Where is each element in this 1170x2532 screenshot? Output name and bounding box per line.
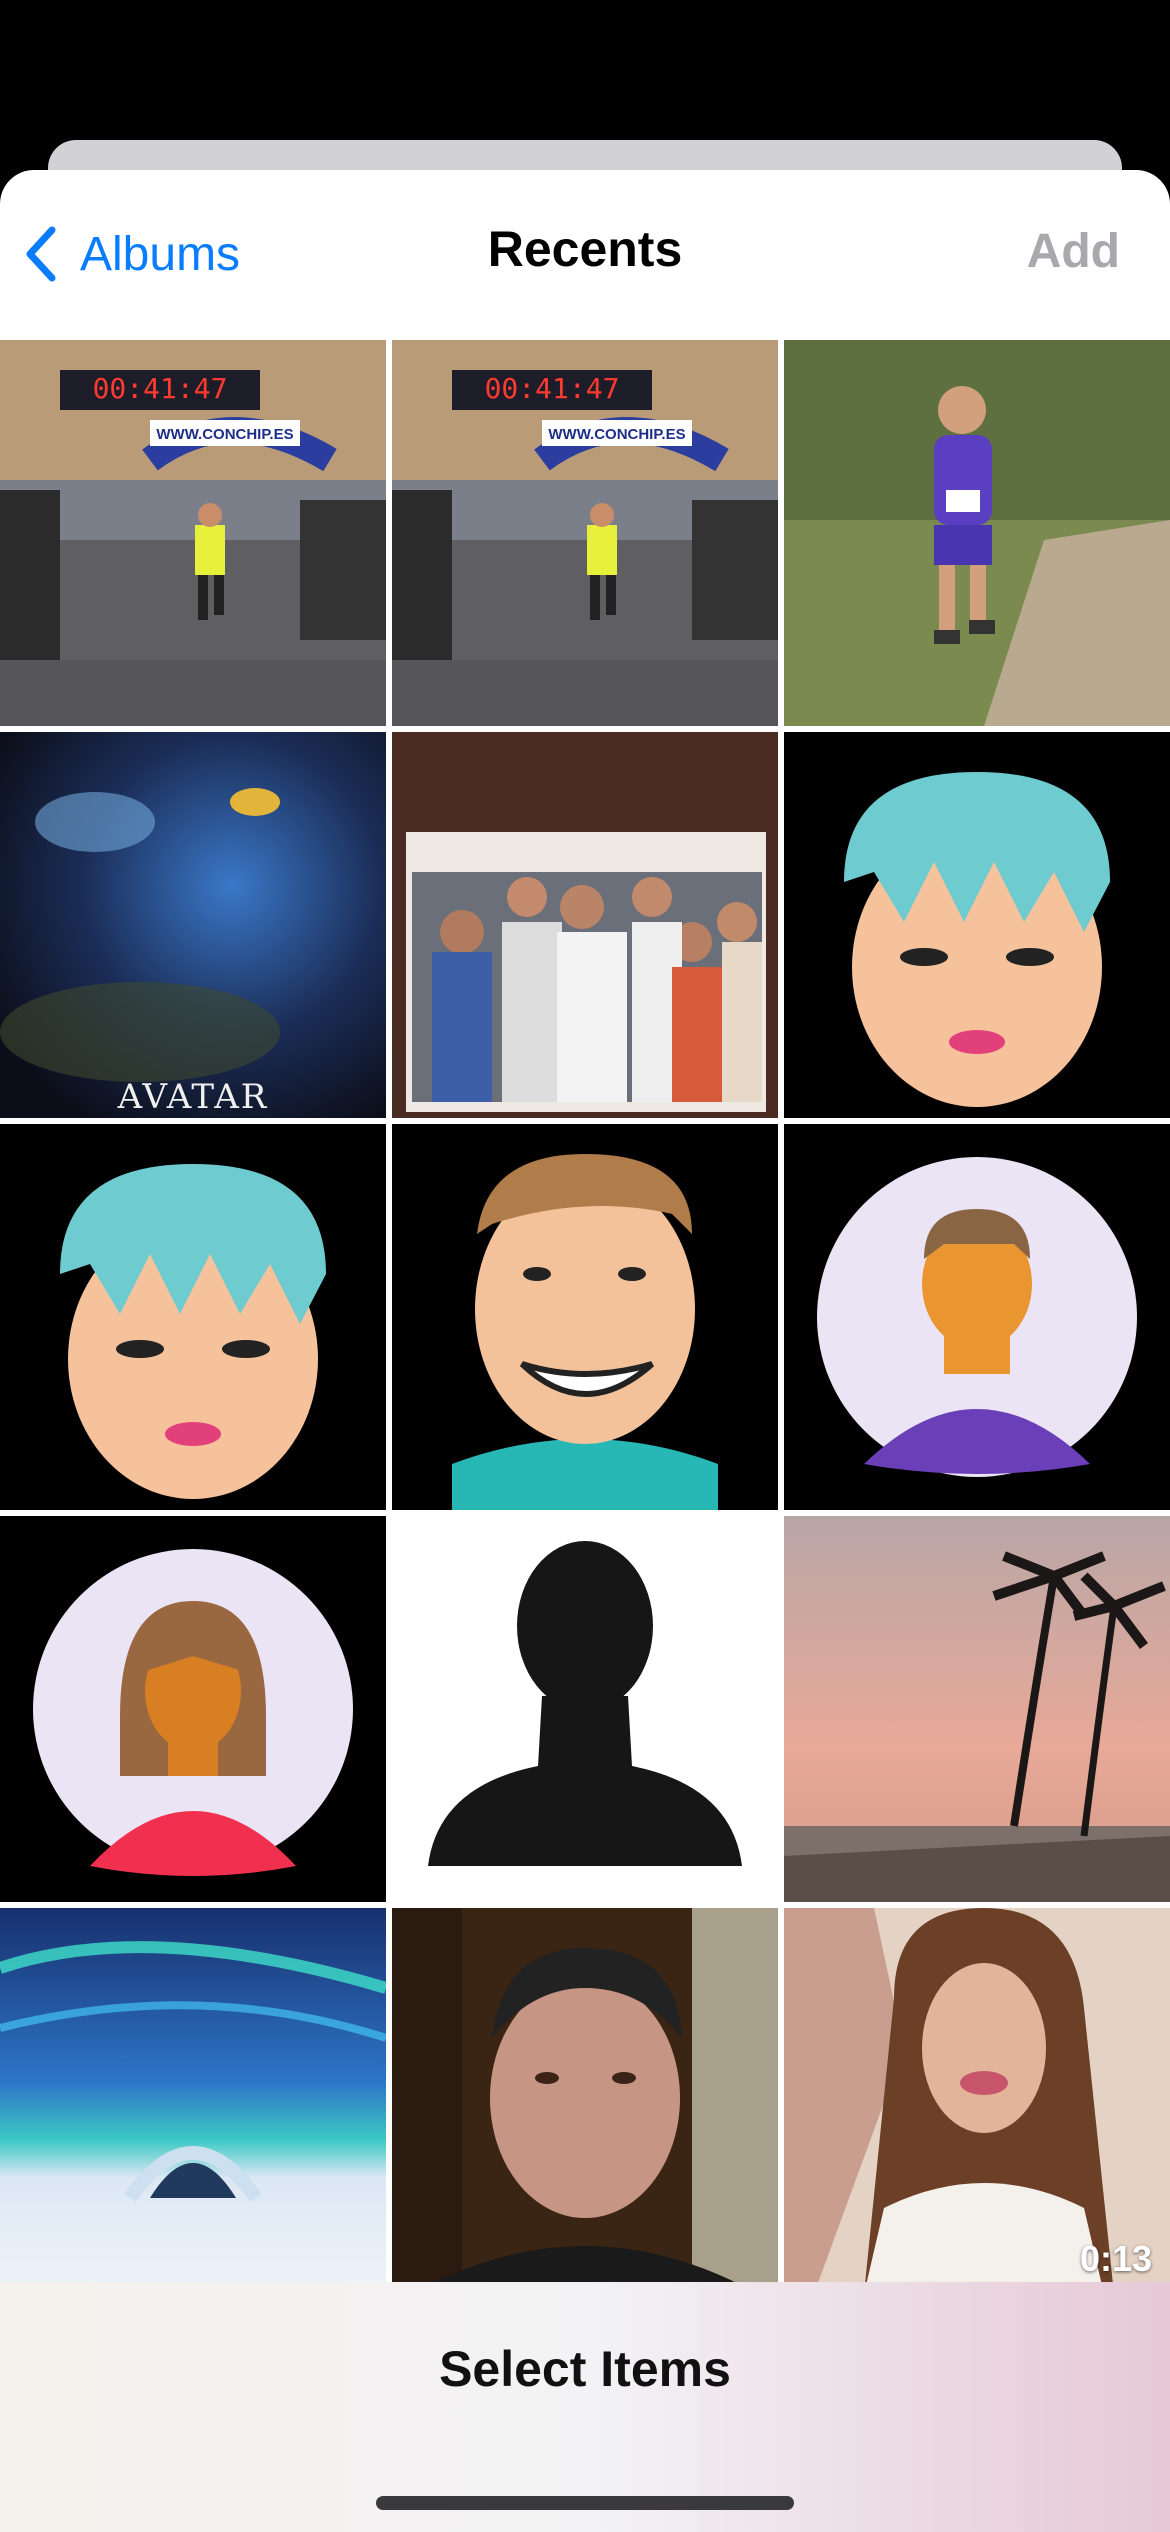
- photo-aurora-ice-hotel[interactable]: [0, 1908, 386, 2294]
- photo-woman-selfie-video[interactable]: 0:13: [784, 1908, 1170, 2294]
- race-banner: WWW.CONCHIP.ES: [156, 426, 293, 443]
- video-duration: 0:13: [1079, 2238, 1152, 2279]
- select-items-button[interactable]: Select Items: [0, 2340, 1170, 2398]
- page-title: Recents: [487, 221, 683, 277]
- navigation-bar: Albums Recents Add: [0, 170, 1170, 340]
- race-banner: WWW.CONCHIP.ES: [548, 426, 685, 443]
- poster-title: AVATAR: [117, 1077, 269, 1117]
- photo-avatar-poster[interactable]: AVATAR: [0, 732, 386, 1118]
- photo-pixel-avatar-teal-2[interactable]: [0, 1124, 386, 1510]
- home-indicator: [376, 2496, 794, 2510]
- photo-pixel-avatar-man[interactable]: [392, 1124, 778, 1510]
- photo-pixel-avatar-teal-1[interactable]: [784, 732, 1170, 1118]
- photo-family-group[interactable]: [392, 732, 778, 1118]
- photo-pixel-avatar-boy[interactable]: [784, 1124, 1170, 1510]
- photo-man-portrait[interactable]: [392, 1908, 778, 2294]
- photo-pixel-avatar-woman[interactable]: [0, 1516, 386, 1902]
- photo-default-silhouette[interactable]: [392, 1516, 778, 1902]
- photo-palm-sunset-beach[interactable]: [784, 1516, 1170, 1902]
- race-timer: 00:41:47: [485, 372, 620, 405]
- add-button[interactable]: Add: [1027, 224, 1120, 279]
- race-timer: 00:41:47: [93, 372, 228, 405]
- photo-race-finish-2[interactable]: 00:41:47 WWW.CONCHIP.ES: [392, 340, 778, 726]
- photo-grid: 00:41:47 WWW.CONCHIP.ES 00:41:47 WWW.CON…: [0, 340, 1170, 2294]
- photo-race-finish-1[interactable]: 00:41:47 WWW.CONCHIP.ES: [0, 340, 386, 726]
- photo-trail-runner[interactable]: [784, 340, 1170, 726]
- photo-picker-sheet: Albums Recents Add 00:41:47 WWW.CONCHIP.…: [0, 170, 1170, 2532]
- bottom-toolbar: Select Items: [0, 2282, 1170, 2532]
